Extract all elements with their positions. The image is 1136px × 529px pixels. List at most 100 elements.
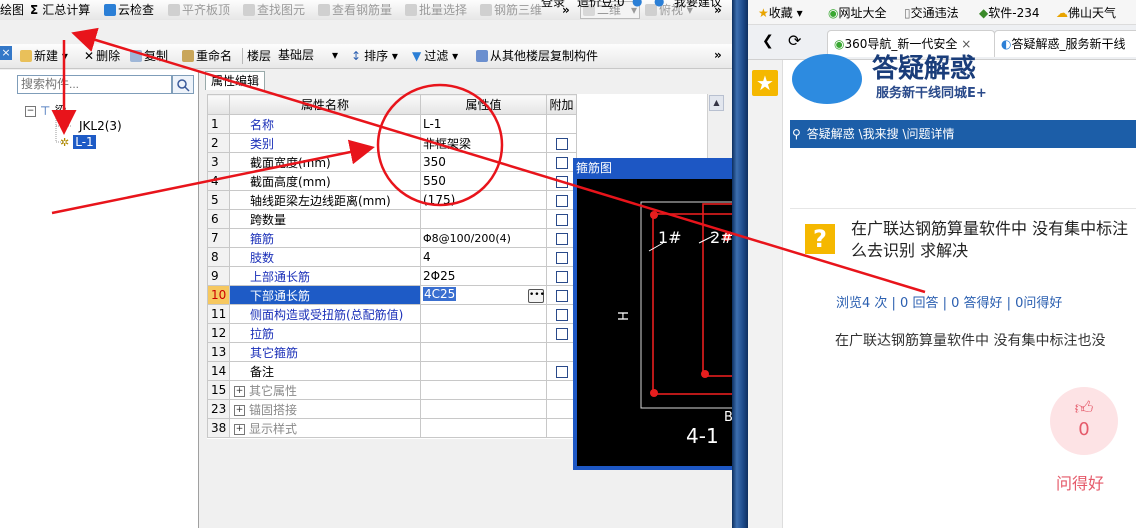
copy-button[interactable]: 复制 xyxy=(130,48,168,64)
prop-value[interactable]: Φ8@100/200(4) xyxy=(420,228,547,248)
draw-button[interactable]: 绘图 xyxy=(0,2,24,18)
bookmark-traffic[interactable]: ▯交通违法 xyxy=(904,4,959,21)
sum-calc-button[interactable]: Σ 汇总计算 xyxy=(30,2,90,18)
batch-select-button[interactable]: 批量选择 xyxy=(405,2,467,18)
tree-item-l1[interactable]: ✲ L-1 xyxy=(60,135,96,150)
extra-checkbox[interactable] xyxy=(555,327,568,340)
collapse-icon[interactable]: − xyxy=(25,106,36,117)
component-search-input[interactable] xyxy=(17,75,172,94)
extra-checkbox[interactable] xyxy=(555,194,568,207)
search-button[interactable] xyxy=(172,75,194,94)
extra-checkbox[interactable] xyxy=(555,137,568,150)
prop-extra[interactable] xyxy=(546,228,577,248)
extra-checkbox[interactable] xyxy=(555,289,568,302)
cloud-check-button[interactable]: 云检查 xyxy=(104,2,154,18)
rebar-3d-button[interactable]: 钢筋三维 xyxy=(480,2,542,18)
extra-checkbox[interactable] xyxy=(555,270,568,283)
login-link[interactable]: 登录 xyxy=(541,0,565,10)
prop-extra[interactable] xyxy=(546,190,577,210)
prop-extra[interactable] xyxy=(546,361,577,381)
bell-icon[interactable]: ● xyxy=(632,0,642,9)
stirrup-dialog-title[interactable]: 箍筋图 xyxy=(576,160,612,176)
prop-extra[interactable] xyxy=(546,285,577,305)
prop-name: 备注 xyxy=(229,361,421,381)
find-element-button[interactable]: 查找图元 xyxy=(243,2,305,18)
tree-item-jkl2[interactable]: JKL2(3) xyxy=(79,119,122,133)
prop-group[interactable]: + 锚固搭接 xyxy=(229,399,421,419)
bookmark-weather[interactable]: ☁佛山天气 xyxy=(1056,4,1116,21)
prop-value-text[interactable]: 4C25 xyxy=(423,287,457,301)
stirrup-canvas xyxy=(577,179,735,466)
refresh-icon[interactable]: ⟳ xyxy=(788,31,801,50)
extra-checkbox[interactable] xyxy=(555,365,568,378)
extra-checkbox[interactable] xyxy=(555,156,568,169)
question-stats[interactable]: 浏览4 次 | 0 回答 | 0 答得好 | 0问得好 xyxy=(836,292,1062,311)
prop-value[interactable] xyxy=(420,209,547,229)
extra-checkbox[interactable] xyxy=(555,175,568,188)
like-button[interactable]: 👍︎ 0 xyxy=(1050,387,1118,455)
prop-value[interactable] xyxy=(420,323,547,343)
table-row[interactable]: 1 名称 L-1 xyxy=(207,114,708,134)
bookmark-software[interactable]: ◆软件-234 xyxy=(979,4,1039,21)
flat-slab-button[interactable]: 平齐板顶 xyxy=(168,2,230,18)
breadcrumb[interactable]: 答疑解惑 \我来搜 \问题详情 xyxy=(807,127,955,141)
prop-extra[interactable] xyxy=(546,133,577,153)
prop-value[interactable]: L-1 xyxy=(420,114,547,134)
extra-checkbox[interactable] xyxy=(555,213,568,226)
bookmark-favorites[interactable]: ★收藏 ▾ xyxy=(758,4,803,21)
sort-button[interactable]: ↕ 排序 ▾ xyxy=(351,48,398,64)
prop-value[interactable]: 2Φ25 xyxy=(420,266,547,286)
delete-button[interactable]: ✕ 删除 xyxy=(84,48,120,64)
toolbar-overflow-icon-3[interactable]: » xyxy=(714,47,722,63)
row-number: 9 xyxy=(207,266,230,286)
scroll-up-icon[interactable]: ▲ xyxy=(709,95,724,111)
mascot-logo xyxy=(792,54,862,104)
extra-checkbox[interactable] xyxy=(555,251,568,264)
floor-select[interactable]: 基础层 ▾ xyxy=(278,47,338,64)
favorite-star-icon[interactable]: ★ xyxy=(752,70,778,96)
new-button[interactable]: 新建 ▾ xyxy=(20,48,68,64)
expand-icon[interactable]: + xyxy=(234,423,245,435)
bookmark-label: 佛山天气 xyxy=(1068,6,1117,20)
prop-value[interactable] xyxy=(420,342,547,362)
expand-icon[interactable]: + xyxy=(234,404,245,416)
view-rebar-button[interactable]: 查看钢筋量 xyxy=(318,2,392,18)
more-button[interactable]: ••• xyxy=(528,289,545,303)
sigma-icon: Σ xyxy=(30,3,39,17)
prop-extra[interactable] xyxy=(546,323,577,343)
prop-value[interactable]: 350 xyxy=(420,152,547,172)
copy-icon xyxy=(130,50,142,62)
extra-checkbox[interactable] xyxy=(555,308,568,321)
prop-value[interactable] xyxy=(420,304,547,324)
prop-extra[interactable] xyxy=(546,247,577,267)
suggest-link[interactable]: 我要建议 xyxy=(674,0,722,10)
expand-icon[interactable]: + xyxy=(234,385,245,397)
back-icon[interactable]: ❮ xyxy=(762,33,774,49)
table-row[interactable]: 2 类别 非框架梁 xyxy=(207,133,708,153)
prop-value-editor[interactable]: 4C25 ••• xyxy=(420,285,547,305)
site-subtitle: 服务新干线同城E+ xyxy=(876,86,987,101)
prop-extra[interactable] xyxy=(546,171,577,191)
prop-value[interactable]: 非框架梁 xyxy=(420,133,547,153)
rename-button[interactable]: 重命名 xyxy=(182,48,232,64)
like-count: 0 xyxy=(1078,419,1090,440)
tab-property-edit[interactable]: 属性编辑 xyxy=(205,71,265,90)
prop-value[interactable]: (175) xyxy=(420,190,547,210)
prop-extra[interactable] xyxy=(546,304,577,324)
col-header-name: 属性名称 xyxy=(229,94,421,115)
filter-button[interactable]: ▼ 过滤 ▾ xyxy=(412,48,458,64)
prop-group[interactable]: + 其它属性 xyxy=(229,380,421,400)
prop-extra[interactable] xyxy=(546,209,577,229)
prop-extra[interactable] xyxy=(546,266,577,286)
copy-from-floor-button[interactable]: 从其他楼层复制构件 xyxy=(476,48,598,64)
prop-value[interactable]: 550 xyxy=(420,171,547,191)
extra-checkbox[interactable] xyxy=(555,232,568,245)
bookmark-url-nav[interactable]: ◉网址大全 xyxy=(828,4,887,21)
prop-value[interactable] xyxy=(420,361,547,381)
prop-group[interactable]: + 显示样式 xyxy=(229,418,421,438)
prop-extra[interactable] xyxy=(546,152,577,172)
close-icon[interactable]: × xyxy=(0,46,12,60)
question-title[interactable]: 在广联达钢筋算量软件中 没有集中标注 么去识别 求解决 xyxy=(851,218,1136,262)
prop-value[interactable]: 4 xyxy=(420,247,547,267)
browser-tab-2[interactable]: ◐答疑解惑_服务新干线 xyxy=(994,30,1136,57)
